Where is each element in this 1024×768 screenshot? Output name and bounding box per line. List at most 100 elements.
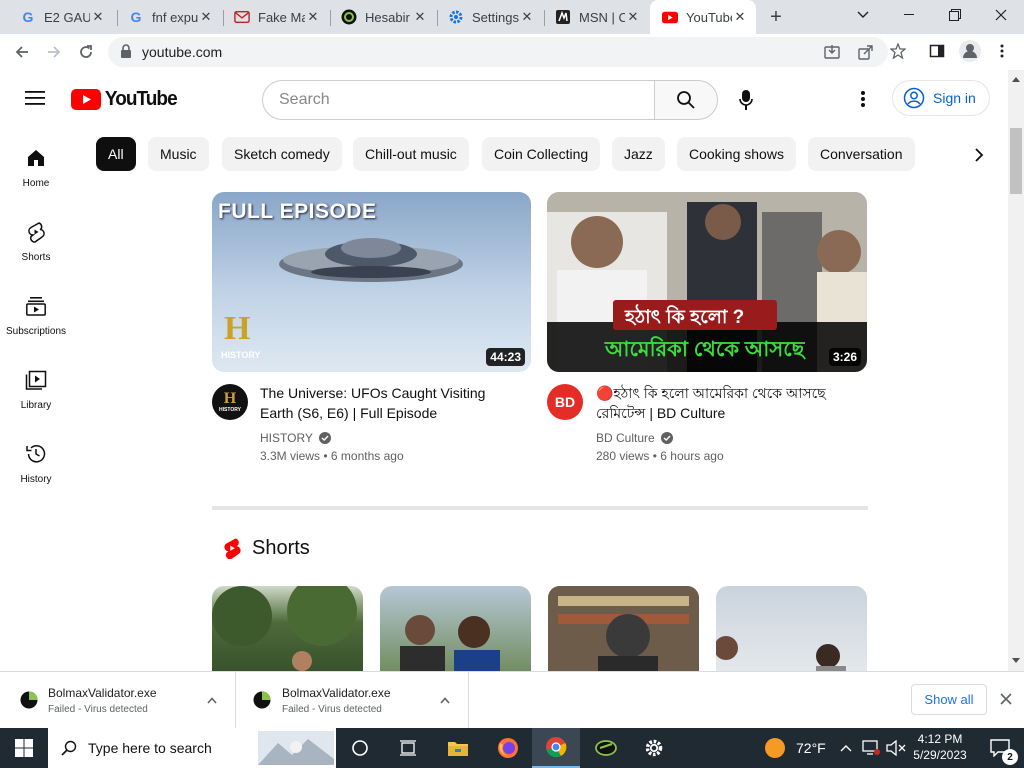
download-item[interactable]: BolmaxValidator.exe Failed - Virus detec… <box>0 672 236 728</box>
short-thumbnail[interactable] <box>380 586 531 676</box>
sun-icon <box>765 738 785 758</box>
page-scrollbar[interactable] <box>1008 70 1024 671</box>
video-title[interactable]: 🔴হঠাৎ কি হলো আমেরিকা থেকে আসছে রেমিটেন্স… <box>596 383 866 423</box>
chrome-button[interactable] <box>532 728 580 768</box>
chevron-up-icon[interactable] <box>207 696 217 704</box>
network-icon[interactable] <box>862 740 880 756</box>
short-thumbnail[interactable] <box>212 586 363 676</box>
settings-menu-icon[interactable] <box>856 90 870 113</box>
tab-fnf[interactable]: G fnf expu ✕ <box>116 0 222 34</box>
search-button[interactable] <box>654 80 718 120</box>
msn-icon <box>555 9 571 25</box>
tab-youtube[interactable]: YouTube ✕ <box>650 0 756 34</box>
gear-icon <box>645 739 663 757</box>
hamburger-menu-icon[interactable] <box>25 90 45 111</box>
app-button[interactable] <box>582 728 630 768</box>
app-icon <box>595 740 617 756</box>
notification-center-button[interactable]: 2 <box>980 728 1020 768</box>
reload-button[interactable] <box>72 38 100 66</box>
close-tab-icon[interactable]: ✕ <box>519 9 535 25</box>
tab-settings[interactable]: Settings ✕ <box>436 0 543 34</box>
tab-msn[interactable]: MSN | C ✕ <box>543 0 649 34</box>
channel-name-row[interactable]: HISTORY <box>260 429 331 447</box>
search-icon <box>61 740 77 756</box>
close-tab-icon[interactable]: ✕ <box>732 9 748 25</box>
scrollbar-thumb[interactable] <box>1010 128 1022 194</box>
profile-avatar-icon[interactable] <box>958 39 982 68</box>
close-downloads-icon[interactable] <box>1000 693 1012 705</box>
tray-chevron-up-icon[interactable] <box>840 744 852 752</box>
chip-jazz[interactable]: Jazz <box>612 137 665 171</box>
youtube-logo[interactable]: YouTube <box>71 88 179 111</box>
download-item[interactable]: BolmaxValidator.exe Failed - Virus detec… <box>236 672 469 728</box>
close-tab-icon[interactable]: ✕ <box>305 9 321 25</box>
chip-chill-out-music[interactable]: Chill-out music <box>353 137 469 171</box>
clock[interactable]: 4:12 PM 5/29/2023 <box>912 731 968 763</box>
chevron-up-icon[interactable] <box>440 696 450 704</box>
weather-widget[interactable]: 72°F <box>764 728 826 768</box>
sidebar-item-library[interactable]: Library <box>0 362 72 436</box>
close-tab-icon[interactable]: ✕ <box>412 9 428 25</box>
chip-conversation[interactable]: Conversation <box>808 137 915 171</box>
address-bar[interactable]: youtube.com <box>108 37 888 67</box>
sidebar-item-history[interactable]: History <box>0 436 72 510</box>
video-thumbnail[interactable]: FULL EPISODE H HISTORY 44:23 <box>212 192 531 372</box>
restore-button[interactable] <box>932 0 978 30</box>
chip-all[interactable]: All <box>96 137 136 171</box>
firefox-button[interactable] <box>484 728 532 768</box>
file-explorer-button[interactable] <box>434 728 482 768</box>
video-title[interactable]: The Universe: UFOs Caught Visiting Earth… <box>260 383 530 423</box>
browser-menu-icon[interactable] <box>996 43 1008 64</box>
sidebar-item-subscriptions[interactable]: Subscriptions <box>0 288 72 362</box>
close-tab-icon[interactable]: ✕ <box>90 9 106 25</box>
settings-button[interactable] <box>630 728 678 768</box>
voice-search-button[interactable] <box>728 80 764 120</box>
share-icon[interactable] <box>858 44 874 65</box>
minimize-button[interactable] <box>886 0 932 30</box>
folder-icon <box>448 742 468 756</box>
chip-coin-collecting[interactable]: Coin Collecting <box>482 137 601 171</box>
video-thumbnail[interactable]: হঠাৎ কি হলো ? আমেরিকা থেকে আসছে 3:26 <box>547 192 867 372</box>
new-tab-button[interactable]: + <box>764 5 788 29</box>
close-tab-icon[interactable]: ✕ <box>625 9 641 25</box>
side-panel-icon[interactable] <box>929 43 945 64</box>
short-thumbnail[interactable] <box>716 586 867 676</box>
windows-logo-icon <box>15 739 33 757</box>
search-input[interactable]: Search <box>262 80 655 120</box>
back-button[interactable] <box>8 38 36 66</box>
channel-name-row[interactable]: BD Culture <box>596 429 673 447</box>
channel-avatar[interactable]: H HISTORY <box>212 384 248 420</box>
forward-button[interactable] <box>40 38 68 66</box>
close-tab-icon[interactable]: ✕ <box>198 9 214 25</box>
volume-muted-icon[interactable] <box>886 740 906 756</box>
sign-in-button[interactable]: Sign in <box>892 80 990 116</box>
google-icon: G <box>20 9 36 25</box>
tab-title: MSN | C <box>579 9 625 25</box>
tab-search-icon[interactable] <box>840 0 886 30</box>
start-button[interactable] <box>0 728 48 768</box>
short-thumbnail[interactable] <box>548 586 699 676</box>
tab-e2gaui[interactable]: G E2 GAUI ✕ <box>8 0 114 34</box>
sidebar-item-home[interactable]: Home <box>0 140 72 214</box>
tab-hesabir[interactable]: Hesabir ✕ <box>329 0 436 34</box>
scroll-down-icon[interactable] <box>1012 658 1020 664</box>
download-bar: BolmaxValidator.exe Failed - Virus detec… <box>0 671 1024 728</box>
lock-icon[interactable] <box>120 44 132 63</box>
microphone-icon <box>739 90 753 110</box>
close-window-button[interactable] <box>978 0 1024 30</box>
sidebar-item-shorts[interactable]: Shorts <box>0 214 72 288</box>
chip-cooking-shows[interactable]: Cooking shows <box>677 137 796 171</box>
chips-next-button[interactable] <box>964 140 994 170</box>
verified-icon <box>660 432 673 444</box>
chip-music[interactable]: Music <box>148 137 209 171</box>
task-view-button[interactable] <box>384 728 432 768</box>
chip-sketch-comedy[interactable]: Sketch comedy <box>222 137 342 171</box>
tab-fake-mail[interactable]: Fake Ma ✕ <box>222 0 329 34</box>
bookmark-star-icon[interactable] <box>889 42 907 64</box>
channel-avatar[interactable]: BD <box>547 384 583 420</box>
scroll-up-icon[interactable] <box>1012 76 1020 82</box>
show-all-button[interactable]: Show all <box>911 684 987 715</box>
taskbar-search-box[interactable]: Type here to search <box>48 728 336 768</box>
install-app-icon[interactable] <box>824 44 840 65</box>
task-view-button[interactable] <box>336 728 384 768</box>
